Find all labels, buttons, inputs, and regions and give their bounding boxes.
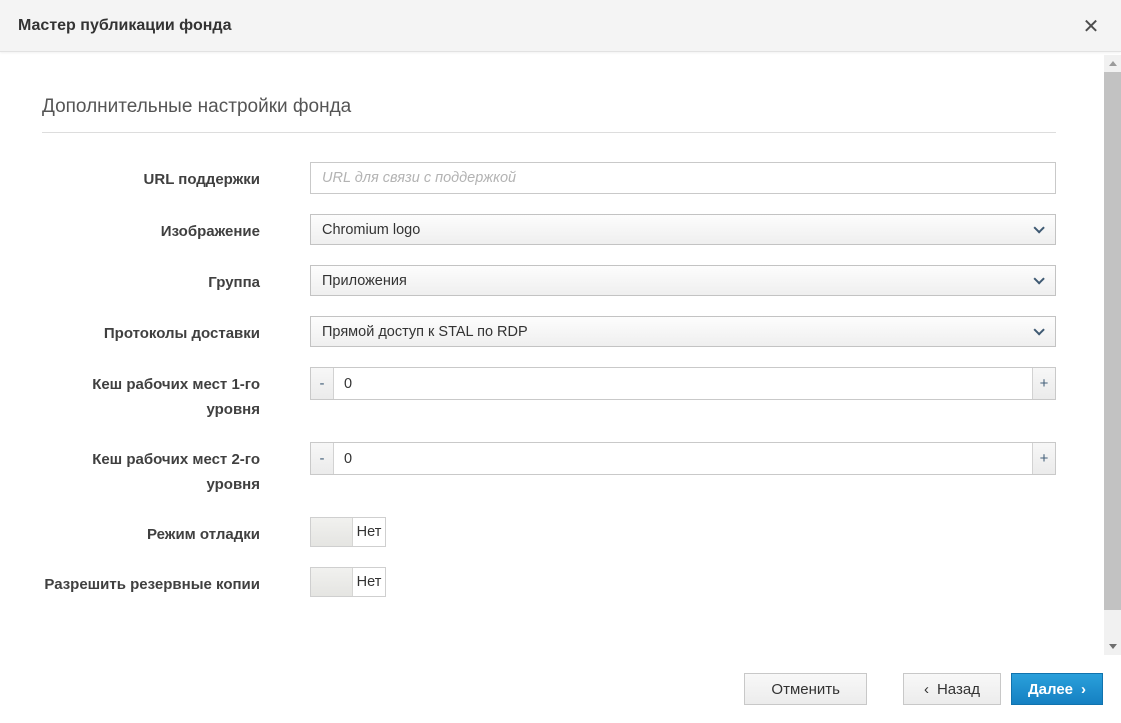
section-heading: Дополнительные настройки фонда [42,96,1056,133]
cancel-button[interactable]: Отменить [744,673,867,705]
debug-mode-toggle[interactable]: Нет [310,517,386,547]
cache-level2-stepper: - + [310,442,1056,475]
row-allow-backups: Разрешить резервные копии Нет [42,567,1056,597]
toggle-knob [311,568,353,596]
chevron-left-icon: ‹ [924,681,929,698]
close-icon[interactable]: ✕ [1077,12,1105,40]
chevron-right-icon: › [1081,681,1086,698]
protocols-select-value: Прямой доступ к STAL по RDP [322,324,528,340]
back-button[interactable]: ‹ Назад [903,673,1001,705]
support-url-input[interactable] [310,162,1056,194]
plus-button[interactable]: + [1032,368,1055,399]
scrollbar-thumb[interactable] [1104,72,1121,610]
image-select[interactable]: Chromium logo [310,214,1056,245]
dialog-body: Дополнительные настройки фонда URL подде… [0,52,1121,655]
image-select-value: Chromium logo [322,222,420,238]
row-protocols: Протоколы доставки Прямой доступ к STAL … [42,316,1056,347]
next-button-label: Далее [1028,681,1073,698]
support-url-label: URL поддержки [42,162,260,194]
allow-backups-label: Разрешить резервные копии [42,567,260,597]
dialog-footer: Отменить ‹ Назад Далее › [0,655,1121,723]
wizard-dialog: Мастер публикации фонда ✕ Дополнительные… [0,0,1121,723]
group-select[interactable]: Приложения [310,265,1056,296]
protocols-select[interactable]: Прямой доступ к STAL по RDP [310,316,1056,347]
row-group: Группа Приложения [42,265,1056,296]
scroll-down-button[interactable] [1104,638,1121,655]
allow-backups-toggle[interactable]: Нет [310,567,386,597]
scroll-up-button[interactable] [1104,55,1121,72]
debug-mode-label: Режим отладки [42,517,260,547]
scrollbar[interactable] [1104,55,1121,655]
chevron-down-icon [1033,222,1044,233]
minus-button[interactable]: - [311,443,334,474]
row-cache-level1: Кеш рабочих мест 1-го уровня - + [42,367,1056,422]
group-select-value: Приложения [322,273,407,289]
debug-mode-toggle-state: Нет [353,518,385,546]
chevron-down-icon [1033,324,1044,335]
group-label: Группа [42,265,260,296]
cache-level1-label: Кеш рабочих мест 1-го уровня [42,367,260,422]
allow-backups-toggle-state: Нет [353,568,385,596]
cache-level2-label: Кеш рабочих мест 2-го уровня [42,442,260,497]
plus-button[interactable]: + [1032,443,1055,474]
next-button[interactable]: Далее › [1011,673,1103,705]
cache-level1-input[interactable] [334,368,1032,399]
minus-button[interactable]: - [311,368,334,399]
row-support-url: URL поддержки [42,162,1056,194]
toggle-knob [311,518,353,546]
chevron-down-icon [1033,273,1044,284]
dialog-header: Мастер публикации фонда ✕ [0,0,1121,52]
cache-level1-stepper: - + [310,367,1056,400]
scroll-up-icon [1109,61,1117,66]
dialog-title: Мастер публикации фонда [18,17,231,35]
row-cache-level2: Кеш рабочих мест 2-го уровня - + [42,442,1056,497]
row-image: Изображение Chromium logo [42,214,1056,245]
cache-level2-input[interactable] [334,443,1032,474]
back-button-label: Назад [937,681,980,698]
form: URL поддержки Изображение Chromium logo … [42,162,1056,597]
protocols-label: Протоколы доставки [42,316,260,347]
image-label: Изображение [42,214,260,245]
scroll-down-icon [1109,644,1117,649]
row-debug-mode: Режим отладки Нет [42,517,1056,547]
